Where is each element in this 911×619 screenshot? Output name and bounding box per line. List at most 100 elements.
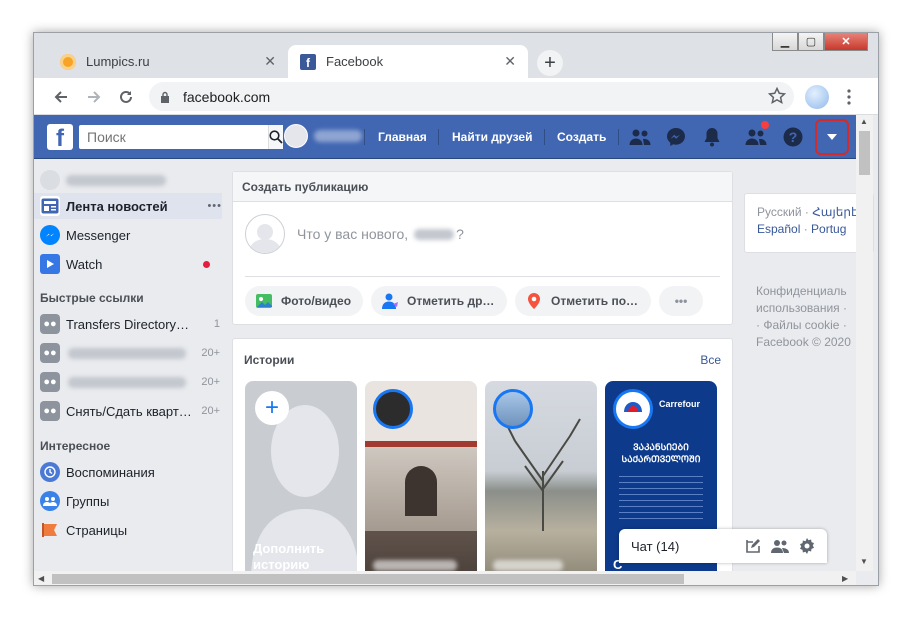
sidebar-item-messenger[interactable]: Messenger	[40, 222, 220, 248]
tab-lumpics[interactable]: Lumpics.ru ✕	[48, 45, 288, 78]
footer-link[interactable]: · Файлы cookie ·	[756, 317, 851, 334]
user-name-blurred	[314, 130, 362, 142]
check-in-icon	[528, 293, 540, 309]
quick-links-heading: Быстрые ссылки	[40, 291, 144, 305]
browser-toolbar: facebook.com	[34, 78, 878, 115]
story-text: ᲕᲐᲙᲐᲜᲡᲘᲔᲑᲘ ᲡᲐᲥᲐᲠᲗᲕᲔᲚᲝᲨᲘ	[621, 442, 701, 464]
new-content-dot	[203, 260, 210, 268]
add-story-plus-icon[interactable]: +	[255, 391, 289, 425]
quick-link-count: 20+	[201, 405, 220, 417]
story-photo-tree	[504, 418, 581, 531]
chat-settings-gear-icon[interactable]	[799, 538, 815, 554]
tab-title: Facebook	[326, 54, 384, 69]
new-tab-button[interactable]: +	[537, 50, 563, 76]
scroll-up-arrow-icon[interactable]: ▲	[860, 117, 868, 126]
post-prompt-suffix: ?	[456, 226, 464, 242]
story-card[interactable]	[365, 381, 477, 581]
facebook-logo[interactable]: f	[47, 124, 73, 150]
quick-link-item[interactable]: ●● 20+	[40, 340, 220, 366]
quick-link-count: 20+	[201, 347, 220, 359]
reload-icon[interactable]	[117, 88, 135, 106]
nav-find-friends[interactable]: Найти друзей	[452, 115, 532, 159]
sidebar-profile[interactable]	[40, 167, 220, 193]
forward-icon[interactable]	[85, 88, 103, 106]
watch-icon	[40, 254, 60, 274]
tab-close-icon[interactable]: ✕	[264, 53, 276, 70]
sidebar-item-groups[interactable]: Группы	[40, 488, 220, 514]
scroll-right-arrow-icon[interactable]: ▶	[842, 574, 848, 583]
user-avatar	[245, 214, 285, 254]
tab-facebook[interactable]: f Facebook ✕	[288, 45, 528, 78]
account-dropdown-button[interactable]	[815, 119, 849, 155]
tab-close-icon[interactable]: ✕	[504, 53, 516, 70]
chat-bar[interactable]: Чат (14)	[619, 529, 827, 563]
minimize-button[interactable]: ▁	[772, 33, 798, 51]
sidebar-item-label: Страницы	[66, 522, 128, 538]
search-box[interactable]	[79, 125, 283, 149]
bookmark-star-icon[interactable]	[768, 87, 786, 105]
vertical-scrollbar[interactable]: ▲ ▼	[856, 115, 873, 571]
sidebar-item-watch[interactable]: Watch	[40, 251, 220, 277]
photo-video-label: Фото/видео	[281, 294, 352, 308]
language-link[interactable]: Portug	[811, 222, 846, 236]
more-actions-button[interactable]: •••	[659, 286, 703, 316]
group-icon: ●●	[40, 343, 60, 363]
page-viewport: f Главная Найти друзей Создать	[34, 115, 878, 585]
profile-avatar[interactable]	[805, 85, 829, 109]
maximize-button[interactable]: ▢	[798, 33, 824, 51]
divider	[618, 129, 619, 145]
group-icon: ●●	[40, 401, 60, 421]
check-in-label: Отметить по…	[551, 294, 639, 308]
sidebar-item-news-feed[interactable]: Лента новостей •••	[34, 193, 222, 219]
help-icon[interactable]: ?	[782, 126, 804, 148]
address-bar[interactable]: facebook.com	[149, 82, 794, 111]
story-card[interactable]	[485, 381, 597, 581]
sidebar-item-pages[interactable]: Страницы	[40, 517, 220, 543]
nav-home[interactable]: Главная	[378, 115, 427, 159]
sidebar-item-memories[interactable]: Воспоминания	[40, 459, 220, 485]
scroll-left-arrow-icon[interactable]: ◀	[38, 574, 44, 583]
scrollbar-thumb[interactable]	[859, 131, 870, 175]
footer-link[interactable]: Конфиденциаль	[756, 283, 851, 300]
search-input[interactable]	[79, 129, 268, 145]
quick-link-label: Снять/Сдать кварт…	[66, 403, 192, 419]
browser-window: ▁ ▢ ✕ Lumpics.ru ✕ f Facebook ✕ + facebo…	[33, 32, 879, 586]
horizontal-scrollbar[interactable]: ◀ ▶	[34, 571, 856, 585]
quick-link-item[interactable]: ●● 20+	[40, 369, 220, 395]
friend-requests-icon[interactable]	[629, 126, 651, 148]
close-window-button[interactable]: ✕	[824, 33, 868, 51]
quick-link-count: 1	[213, 318, 220, 330]
quick-link-item[interactable]: ●● Снять/Сдать кварт… 20+	[40, 398, 220, 424]
svg-text:?: ?	[789, 129, 798, 145]
new-message-icon[interactable]	[745, 538, 761, 554]
post-input[interactable]: Что у вас нового, ?	[245, 214, 464, 254]
messenger-icon[interactable]	[665, 126, 687, 148]
photo-video-button[interactable]: Фото/видео	[245, 286, 363, 316]
quick-link-count: 20+	[201, 376, 220, 388]
create-group-icon[interactable]	[771, 539, 789, 553]
check-in-button[interactable]: Отметить по…	[515, 286, 651, 316]
search-button[interactable]	[268, 125, 283, 149]
back-icon[interactable]	[52, 88, 70, 106]
sidebar-item-label: Группы	[66, 493, 110, 509]
notifications-bell-icon[interactable]	[701, 126, 723, 148]
more-options-icon[interactable]: •••	[194, 200, 222, 212]
scrollbar-thumb[interactable]	[52, 574, 684, 584]
quick-link-item[interactable]: ●● Transfers Directory… 1	[40, 311, 220, 337]
story-author-blurred	[373, 560, 457, 571]
language-link[interactable]: Español	[757, 222, 800, 236]
profile-link[interactable]	[284, 124, 362, 148]
add-story-card[interactable]: + Дополнить историю	[245, 381, 357, 581]
footer-links: Конфиденциаль использования · · Файлы co…	[756, 283, 851, 351]
scroll-down-arrow-icon[interactable]: ▼	[860, 557, 868, 566]
tab-title: Lumpics.ru	[86, 54, 150, 69]
footer-link[interactable]: использования ·	[756, 300, 851, 317]
tag-friends-button[interactable]: Отметить др…	[371, 286, 507, 316]
search-icon	[269, 130, 283, 144]
stories-see-all-link[interactable]: Все	[700, 353, 721, 367]
browser-menu-icon[interactable]	[840, 88, 858, 106]
stories-heading: Истории	[244, 353, 295, 367]
nav-create[interactable]: Создать	[557, 115, 606, 159]
language-link[interactable]: Հայերէ	[812, 205, 857, 219]
url-text: facebook.com	[183, 88, 271, 105]
